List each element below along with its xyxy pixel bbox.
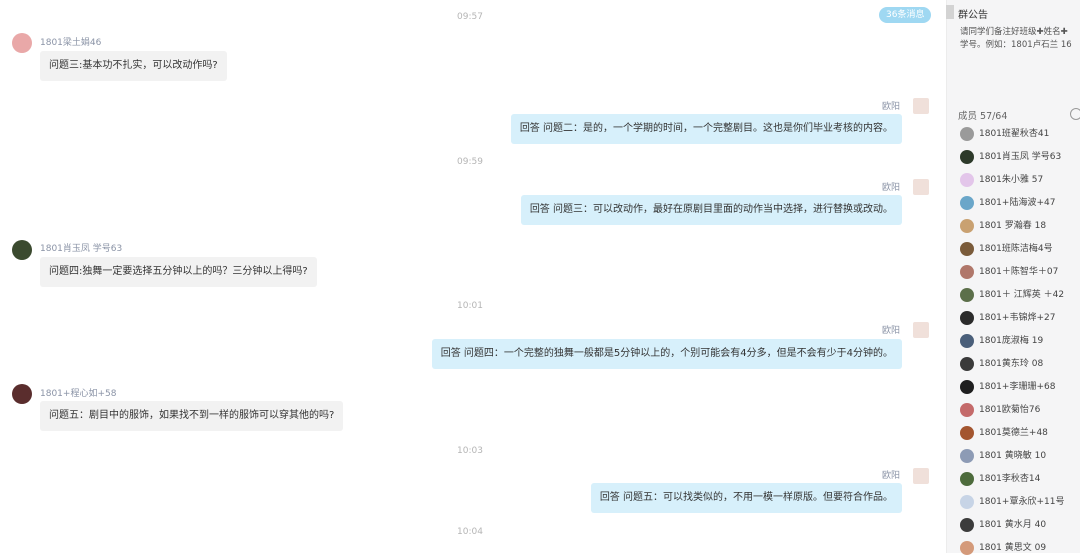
notice-line: 学号。例如：1801卢石兰 16 xyxy=(960,40,1072,50)
member-avatar xyxy=(960,472,974,486)
member-avatar xyxy=(960,403,974,417)
avatar[interactable] xyxy=(913,468,929,484)
members-header: 成员 57/64 xyxy=(958,111,1008,122)
member-item[interactable]: 1801莫德兰+48 xyxy=(958,423,1080,443)
timestamp: 09:59 xyxy=(457,157,483,167)
avatar[interactable] xyxy=(12,384,32,404)
avatar[interactable] xyxy=(913,179,929,195)
member-name: 1801庞淑梅 19 xyxy=(979,336,1044,346)
sender-name: 1801+程心如+58 xyxy=(40,389,117,399)
message-bubble-incoming: 问题三:基本功不扎实，可以改动作吗? xyxy=(40,51,227,81)
member-avatar xyxy=(960,265,974,279)
member-item[interactable]: 1801+覃永欣+11号 xyxy=(958,492,1080,512)
member-avatar xyxy=(960,311,974,325)
member-avatar xyxy=(960,219,974,233)
member-name: 1801 罗瀚春 18 xyxy=(979,221,1047,231)
sender-name: 1801肖玉凤 学号63 xyxy=(40,244,123,254)
member-name: 1801+李珊珊+68 xyxy=(979,382,1056,392)
message-bubble-incoming: 问题四:独舞一定要选择五分钟以上的吗？三分钟以上得吗? xyxy=(40,257,317,287)
member-item[interactable]: 1801朱小雅 57 xyxy=(958,170,1080,190)
member-name: 1801朱小雅 57 xyxy=(979,175,1044,185)
avatar[interactable] xyxy=(12,33,32,53)
message-bubble-incoming: 问题五：剧目中的服饰，如果找不到一样的服饰可以穿其他的吗? xyxy=(40,401,344,431)
member-name: 1801欧菊怡76 xyxy=(979,405,1041,415)
member-name: 1801＋ 江辉英 ＋42 xyxy=(979,290,1065,300)
member-name: 1801肖玉凤 学号63 xyxy=(979,152,1062,162)
timestamp: 09:57 xyxy=(457,12,483,22)
timestamp: 10:01 xyxy=(457,301,483,311)
group-notice-text[interactable]: 请同学们备注好班级✚姓名✚ 学号。例如：1801卢石兰 16 xyxy=(960,26,1080,52)
member-item[interactable]: 1801 罗瀚春 18 xyxy=(958,216,1080,236)
sender-name: 欧阳 xyxy=(881,471,900,481)
member-avatar xyxy=(960,242,974,256)
member-avatar xyxy=(960,495,974,509)
member-item[interactable]: 1801庞淑梅 19 xyxy=(958,331,1080,351)
member-name: 1801李秋杏14 xyxy=(979,474,1041,484)
member-item[interactable]: 1801 黄思文 09 xyxy=(958,538,1080,558)
sender-name: 1801梁土娟46 xyxy=(40,38,102,48)
member-avatar xyxy=(960,196,974,210)
member-avatar xyxy=(960,334,974,348)
member-item[interactable]: 1801+韦锦烨+27 xyxy=(958,308,1080,328)
message-bubble-outgoing: 回答 问题二：是的，一个学期的时间，一个完整剧目。这也是你们毕业考核的内容。 xyxy=(510,114,902,144)
member-avatar xyxy=(960,449,974,463)
member-name: 1801莫德兰+48 xyxy=(979,428,1048,438)
group-notice-title: 群公告 xyxy=(958,10,988,21)
sender-name: 欧阳 xyxy=(881,183,900,193)
avatar[interactable] xyxy=(12,240,32,260)
message-bubble-outgoing: 回答 问题四：一个完整的独舞一般都是5分钟以上的，个别可能会有4分多，但是不会有… xyxy=(431,339,902,369)
member-item[interactable]: 1801+李珊珊+68 xyxy=(958,377,1080,397)
member-search-icon[interactable] xyxy=(1070,108,1080,120)
message-bubble-outgoing: 回答 问题三：可以改动作，最好在原剧目里面的动作当中选择，进行替换或改动。 xyxy=(520,195,902,225)
member-item[interactable]: 1801黄东玲 08 xyxy=(958,354,1080,374)
member-item[interactable]: 1801＋陈智华＋07 xyxy=(958,262,1080,282)
member-item[interactable]: 1801＋ 江辉英 ＋42 xyxy=(958,285,1080,305)
member-avatar xyxy=(960,127,974,141)
member-item[interactable]: 1801班陈洁梅4号 xyxy=(958,239,1080,259)
member-avatar xyxy=(960,426,974,440)
avatar[interactable] xyxy=(913,98,929,114)
member-name: 1801 黄晓敏 10 xyxy=(979,451,1047,461)
member-item[interactable]: 1801欧菊怡76 xyxy=(958,400,1080,420)
sender-name: 欧阳 xyxy=(881,326,900,336)
timestamp: 10:04 xyxy=(457,527,483,537)
member-name: 1801黄东玲 08 xyxy=(979,359,1044,369)
member-avatar xyxy=(960,380,974,394)
unread-messages-badge[interactable]: 36条消息 xyxy=(879,7,932,23)
member-item[interactable]: 1801肖玉凤 学号63 xyxy=(958,147,1080,167)
notice-icon xyxy=(946,5,954,19)
member-name: 1801 黄水月 40 xyxy=(979,520,1047,530)
notice-line: 请同学们备注好班级✚姓名✚ xyxy=(960,27,1068,37)
member-item[interactable]: 1801 黄晓敏 10 xyxy=(958,446,1080,466)
member-item[interactable]: 1801+陆海波+47 xyxy=(958,193,1080,213)
timestamp: 10:03 xyxy=(457,446,483,456)
member-name: 1801+覃永欣+11号 xyxy=(979,497,1065,507)
member-name: 1801+韦锦烨+27 xyxy=(979,313,1056,323)
member-item[interactable]: 1801 黄水月 40 xyxy=(958,515,1080,535)
avatar[interactable] xyxy=(913,322,929,338)
member-item[interactable]: 1801班翟秋杏41 xyxy=(958,124,1080,144)
member-avatar xyxy=(960,518,974,532)
member-avatar xyxy=(960,173,974,187)
member-item[interactable]: 1801李秋杏14 xyxy=(958,469,1080,489)
member-name: 1801班陈洁梅4号 xyxy=(979,244,1053,254)
member-name: 1801＋陈智华＋07 xyxy=(979,267,1059,277)
member-avatar xyxy=(960,357,974,371)
member-avatar xyxy=(960,288,974,302)
sender-name: 欧阳 xyxy=(881,102,900,112)
chat-panel: 09:57 36条消息 1801梁土娟46 问题三:基本功不扎实，可以改动作吗?… xyxy=(0,0,946,553)
member-name: 1801+陆海波+47 xyxy=(979,198,1056,208)
member-avatar xyxy=(960,150,974,164)
member-name: 1801班翟秋杏41 xyxy=(979,129,1050,139)
message-bubble-outgoing: 回答 问题五：可以找类似的，不用一模一样原版。但要符合作品。 xyxy=(590,483,902,513)
